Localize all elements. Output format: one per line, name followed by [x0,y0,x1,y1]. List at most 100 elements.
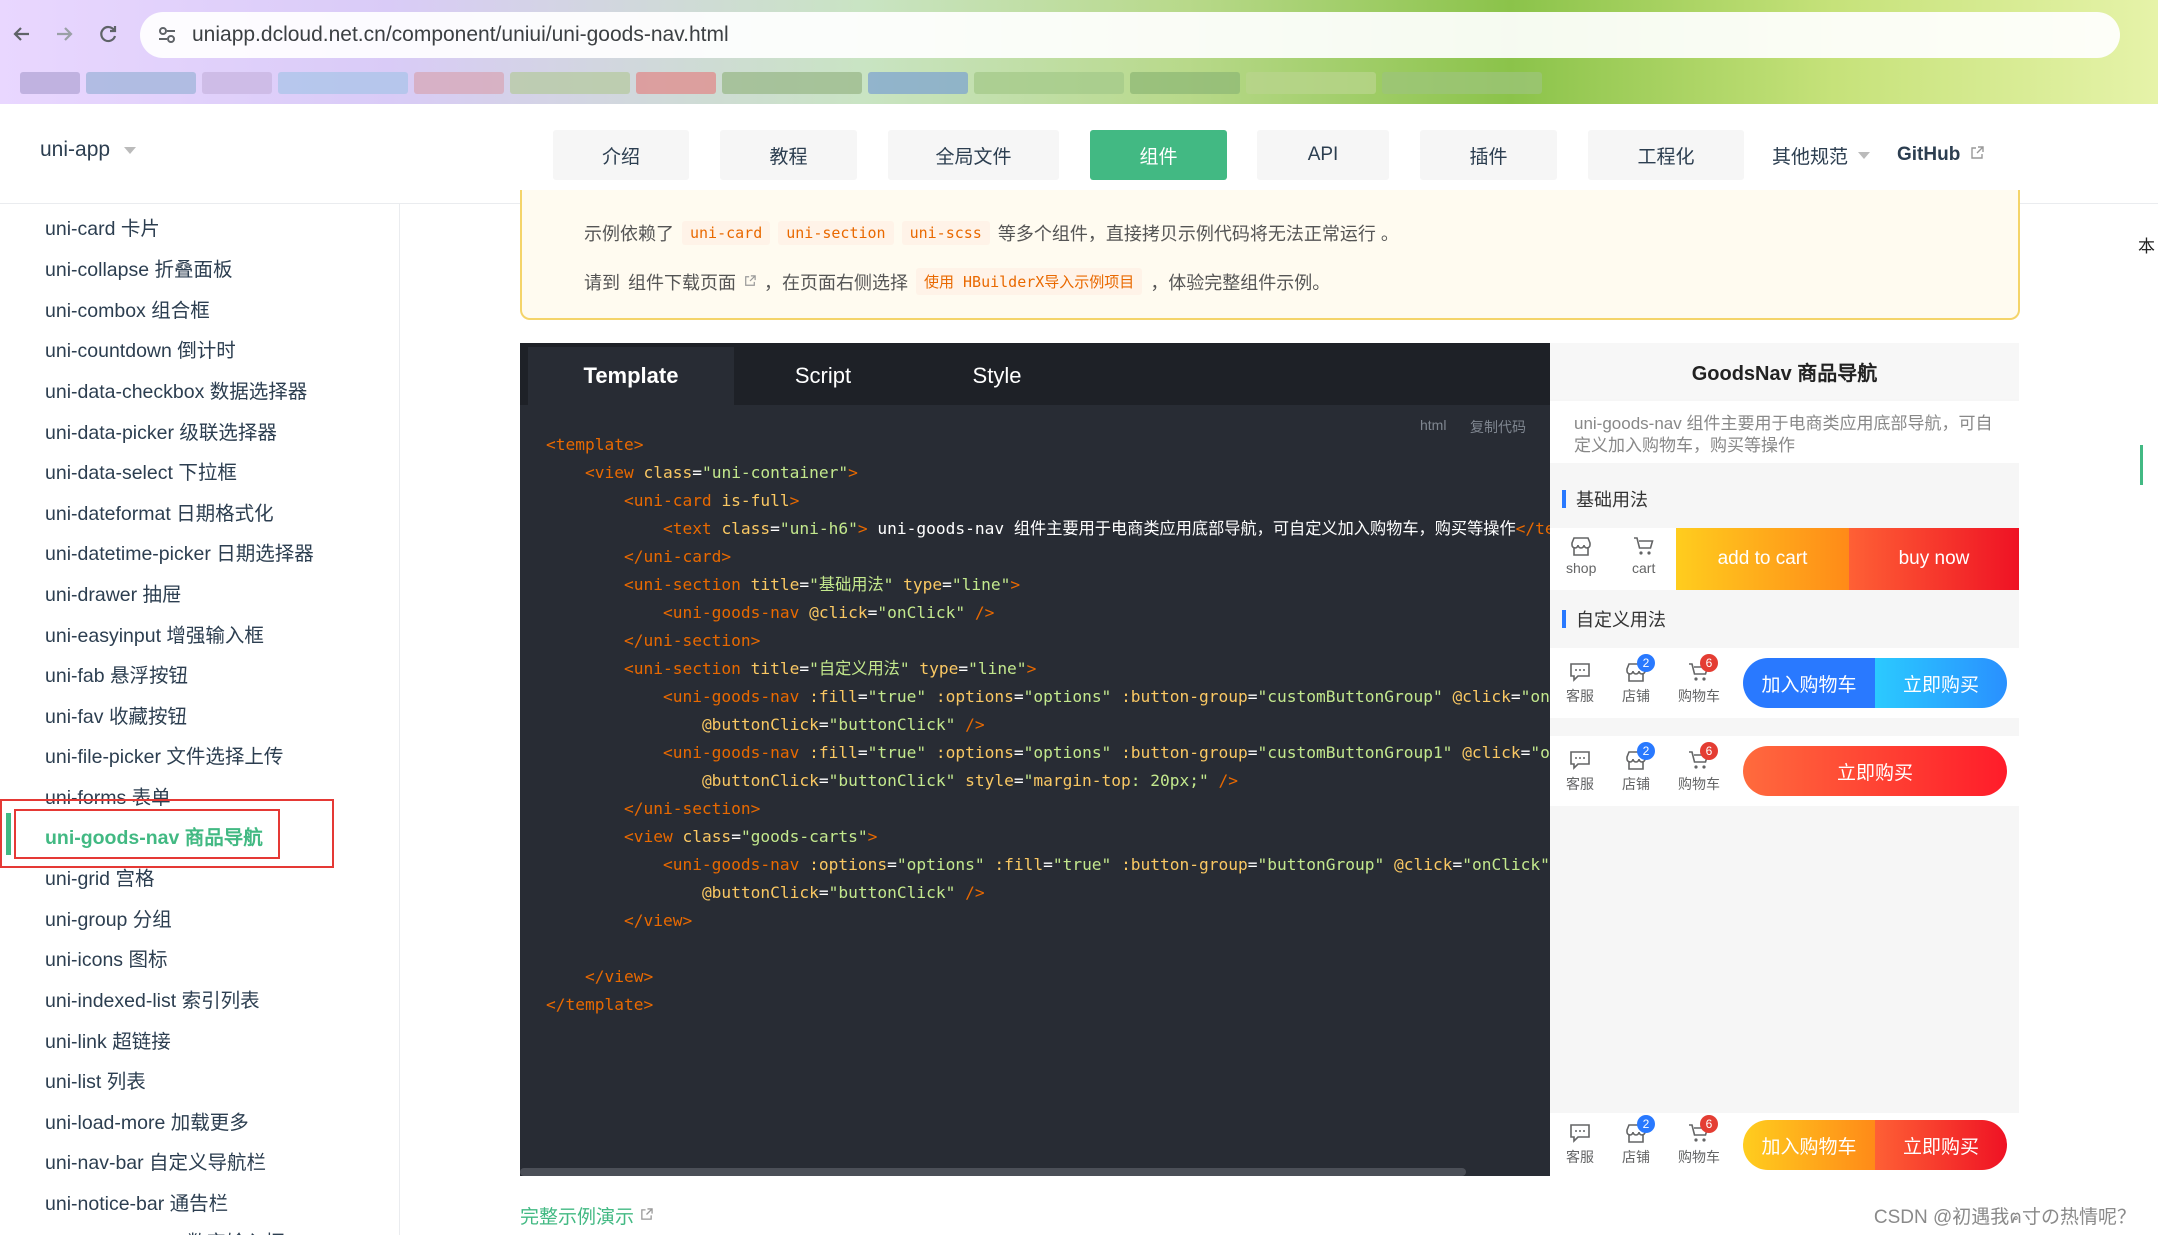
site-info-icon[interactable] [154,22,180,48]
tab-script[interactable]: Script [734,347,912,405]
goods-nav-shop[interactable]: shop [1566,536,1596,576]
goods-nav-cart[interactable]: cart [1632,536,1655,576]
buy-now-red-button[interactable]: 立即购买 [1875,1120,2007,1170]
goods-nav-shopping-cart-label: 购物车 [1678,776,1720,792]
goods-nav-shopping-cart-label: 购物车 [1678,688,1720,704]
sidebar-item-data-checkbox[interactable]: uni-data-checkbox 数据选择器 [45,375,307,404]
external-link-icon [744,271,756,292]
sidebar-item-list[interactable]: uni-list 列表 [45,1065,146,1094]
section-basic-label: 基础用法 [1576,490,1648,510]
cart-badge: 6 [1700,654,1718,672]
sidebar-item-icons[interactable]: uni-icons 图标 [45,943,167,972]
sidebar-item-collapse[interactable]: uni-collapse 折叠面板 [45,253,232,282]
back-arrow-icon[interactable] [6,18,38,50]
store-badge: 2 [1637,654,1655,672]
tab-style[interactable]: Style [912,347,1082,405]
forward-arrow-icon[interactable] [48,18,80,50]
sidebar-item-dateformat[interactable]: uni-dateformat 日期格式化 [45,497,274,526]
goods-nav-shopping-cart[interactable]: 6 购物车 [1678,742,1720,794]
annotation-inner-box [14,809,280,859]
tip-line-2: 请到 组件下载页面 ，在页面右侧选择 使用 HBuilderX导入示例项目 ，体… [584,268,1330,295]
preview-panel: GoodsNav 商品导航 uni-goods-nav 组件主要用于电商类应用底… [1550,343,2019,1176]
sidebar-item-indexed-list[interactable]: uni-indexed-list 索引列表 [45,984,260,1013]
nav-github-label[interactable]: GitHub [1897,144,1960,166]
site-header: uni-app 介绍 教程 全局文件 组件 API 插件 工程化 其他规范 Gi… [0,104,2158,204]
goods-nav-custom-2: 客服 2 店铺 6 购物车 立即购买 [1550,736,2019,806]
nav-plugins[interactable]: 插件 [1420,130,1557,180]
sidebar-item-easyinput[interactable]: uni-easyinput 增强输入框 [45,619,264,648]
goods-nav-shopping-cart[interactable]: 6 购物车 [1678,654,1720,706]
goods-nav-service[interactable]: 客服 [1566,750,1594,794]
sidebar-item-notice-bar[interactable]: uni-notice-bar 通告栏 [45,1187,228,1216]
sidebar-item-group[interactable]: uni-group 分组 [45,903,172,932]
full-demo-link-label[interactable]: 完整示例演示 [520,1202,634,1229]
goods-nav-store[interactable]: 2 店铺 [1622,654,1655,706]
sidebar-item-data-picker[interactable]: uni-data-picker 级联选择器 [45,416,277,445]
add-to-cart-orange-button[interactable]: 加入购物车 [1743,1120,1875,1170]
address-bar[interactable]: uniapp.dcloud.net.cn/component/uniui/uni… [140,12,2120,58]
tip-text: ，体验完整组件示例。 [1150,272,1331,293]
reload-icon[interactable] [92,18,124,50]
code-block: <template> <view class="uni-container"> … [546,435,1550,1014]
sidebar-item-datetime-picker[interactable]: uni-datetime-picker 日期选择器 [45,537,314,566]
sidebar-item-fav[interactable]: uni-fav 收藏按钮 [45,700,187,729]
shop-icon: 2 [1625,742,1655,770]
caret-down-icon [1858,151,1871,159]
sidebar-item-file-picker[interactable]: uni-file-picker 文件选择上传 [45,740,283,769]
nav-global-files[interactable]: 全局文件 [888,130,1059,180]
nav-engineering[interactable]: 工程化 [1588,130,1744,180]
download-page-link[interactable]: 组件下载页面 [628,269,736,295]
full-demo-link[interactable]: 完整示例演示 [520,1202,653,1229]
goods-nav-service[interactable]: 客服 [1566,662,1594,706]
goods-nav-service-label: 客服 [1566,776,1594,792]
sidebar-item-drawer[interactable]: uni-drawer 抽屉 [45,578,182,607]
sidebar-item-number-box[interactable]: uni-number-box 数字输入框 [45,1226,285,1235]
sidebar-item-data-select[interactable]: uni-data-select 下拉框 [45,456,237,485]
nav-api[interactable]: API [1257,130,1389,180]
nav-components[interactable]: 组件 [1090,130,1227,180]
cart-icon: 6 [1688,654,1718,682]
tab-template[interactable]: Template [528,347,734,405]
goods-nav-store-label: 店铺 [1622,776,1650,792]
add-to-cart-button[interactable]: add to cart [1676,528,1849,590]
sidebar-item-countdown[interactable]: uni-countdown 倒计时 [45,334,236,363]
sidebar-item-combox[interactable]: uni-combox 组合框 [45,294,210,323]
shop-icon: 2 [1625,1115,1655,1143]
store-badge: 2 [1637,742,1655,760]
nav-github[interactable]: GitHub [1897,130,1985,180]
tip-text: 请到 [584,272,620,293]
buy-now-single-button[interactable]: 立即购买 [1743,746,2007,796]
goods-nav-service[interactable]: 客服 [1566,1123,1594,1167]
toc-active-marker [2140,445,2143,485]
goods-nav-store[interactable]: 2 店铺 [1622,1115,1655,1167]
url-text[interactable]: uniapp.dcloud.net.cn/component/uniui/uni… [192,23,729,47]
goods-nav-shop-label: shop [1566,560,1597,576]
chip-uni-card: uni-card [682,221,771,245]
sidebar-item-link[interactable]: uni-link 超链接 [45,1025,171,1054]
brand-menu[interactable]: uni-app [40,138,137,162]
shop-icon [1570,536,1592,556]
nav-intro[interactable]: 介绍 [553,130,689,180]
external-link-icon [640,1205,653,1227]
section-marker [1562,610,1566,628]
goods-nav-service-label: 客服 [1566,688,1594,704]
brand-name[interactable]: uni-app [40,138,110,162]
caret-down-icon [124,146,137,154]
nav-tutorial[interactable]: 教程 [720,130,857,180]
sidebar-item-fab[interactable]: uni-fab 悬浮按钮 [45,659,188,688]
goods-nav-shopping-cart[interactable]: 6 购物车 [1678,1115,1720,1167]
goods-nav-store-label: 店铺 [1622,688,1650,704]
add-to-cart-blue-button[interactable]: 加入购物车 [1743,658,1875,708]
nav-other-specs[interactable]: 其他规范 [1772,130,1871,180]
buy-now-blue-button[interactable]: 立即购买 [1875,658,2007,708]
horizontal-scrollbar[interactable] [520,1168,1466,1176]
chat-icon [1569,662,1591,682]
sidebar-item-nav-bar[interactable]: uni-nav-bar 自定义导航栏 [45,1146,266,1175]
bookmarks-bar [0,62,2158,104]
buy-now-button[interactable]: buy now [1849,528,2019,590]
goods-nav-store[interactable]: 2 店铺 [1622,742,1655,794]
nav-other-label[interactable]: 其他规范 [1772,142,1848,169]
sidebar-item-load-more[interactable]: uni-load-more 加载更多 [45,1106,249,1135]
sidebar-item-card[interactable]: uni-card 卡片 [45,212,160,241]
cart-badge: 6 [1700,742,1718,760]
